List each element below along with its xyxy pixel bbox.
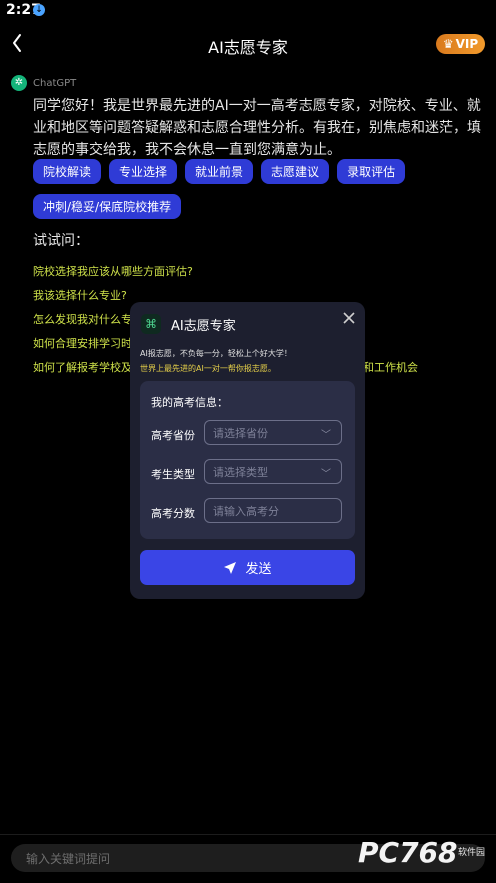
try-label: 试试问： xyxy=(33,233,89,249)
chevron-down-icon: ﹀ xyxy=(321,469,331,480)
question-item[interactable]: 我该选择什么专业? xyxy=(33,287,127,303)
dialog-subtitle: AI报志愿，不负每一分，轻松上个好大学！ xyxy=(140,349,292,358)
chip-advice[interactable]: 志愿建议 xyxy=(261,159,330,184)
chip-college[interactable]: 院校解读 xyxy=(33,159,102,184)
chip-career[interactable]: 就业前景 xyxy=(185,159,254,184)
status-bar: 2:27 ↓ xyxy=(0,0,496,22)
type-label: 考生类型 xyxy=(151,468,195,481)
input-placeholder: 输入关键词提问 xyxy=(26,851,111,866)
send-button[interactable]: 发送 xyxy=(140,550,355,585)
card-title: 我的高考信息： xyxy=(151,396,228,409)
chip-admission[interactable]: 录取评估 xyxy=(337,159,406,184)
bot-name: ChatGPT xyxy=(33,77,77,89)
question-item-tail[interactable]: 和工作机会 xyxy=(363,359,418,375)
intro-message: 同学您好！我是世界最先进的AI一对一高考志愿专家，对院校、专业、就业和地区等问题… xyxy=(33,98,481,158)
send-icon xyxy=(224,561,237,574)
watermark-sub: 软件园 xyxy=(458,848,486,858)
close-button[interactable] xyxy=(341,310,357,328)
watermark-logo: PC768 xyxy=(358,836,458,869)
question-item[interactable]: 如何合理安排学习时 xyxy=(33,335,132,351)
question-item[interactable]: 院校选择我应该从哪些方面评估? xyxy=(33,263,193,279)
type-select[interactable]: 请选择类型 ﹀ xyxy=(204,459,342,484)
dialog-title: AI志愿专家 xyxy=(171,319,236,334)
province-placeholder: 请选择省份 xyxy=(213,426,268,440)
question-item[interactable]: 怎么发现我对什么专 xyxy=(33,311,132,327)
chevron-down-icon: ﹀ xyxy=(321,430,331,441)
province-select[interactable]: 请选择省份 ﹀ xyxy=(204,420,342,445)
page-title: AI志愿专家 xyxy=(208,38,288,57)
score-label: 高考分数 xyxy=(151,507,195,520)
type-placeholder: 请选择类型 xyxy=(213,465,268,479)
exam-info-card: 我的高考信息： 高考省份 请选择省份 ﹀ 考生类型 请选择类型 ﹀ 高考分数 请… xyxy=(140,381,355,539)
topic-chips: 院校解读 专业选择 就业前景 志愿建议 录取评估 冲刺/稳妥/保底院校推荐 xyxy=(33,159,483,219)
send-label: 发送 xyxy=(245,562,272,577)
score-input[interactable]: 请输入高考分 xyxy=(204,498,342,523)
chip-major[interactable]: 专业选择 xyxy=(109,159,178,184)
crown-icon: ♛ xyxy=(442,37,454,51)
chip-recommend[interactable]: 冲刺/稳妥/保底院校推荐 xyxy=(33,194,182,219)
question-item[interactable]: 如何了解报考学校及 xyxy=(33,359,132,375)
score-placeholder: 请输入高考分 xyxy=(213,504,279,518)
vip-label: VIP xyxy=(455,37,479,51)
vip-button[interactable]: ♛ VIP xyxy=(436,34,485,54)
province-label: 高考省份 xyxy=(151,429,195,442)
down-arrow-icon: ↓ xyxy=(33,4,45,16)
dialog-tagline: 世界上最先进的AI一对一帮你报志愿。 xyxy=(140,364,276,373)
chatgpt-avatar: ✲ xyxy=(11,75,27,91)
close-icon xyxy=(343,312,355,324)
header: AI志愿专家 ♛ VIP xyxy=(0,26,496,62)
app-logo-icon: ⌘ xyxy=(141,314,161,334)
info-dialog: ⌘ AI志愿专家 AI报志愿，不负每一分，轻松上个好大学！ 世界上最先进的AI一… xyxy=(130,302,365,599)
bot-header: ✲ ChatGPT xyxy=(11,75,76,91)
